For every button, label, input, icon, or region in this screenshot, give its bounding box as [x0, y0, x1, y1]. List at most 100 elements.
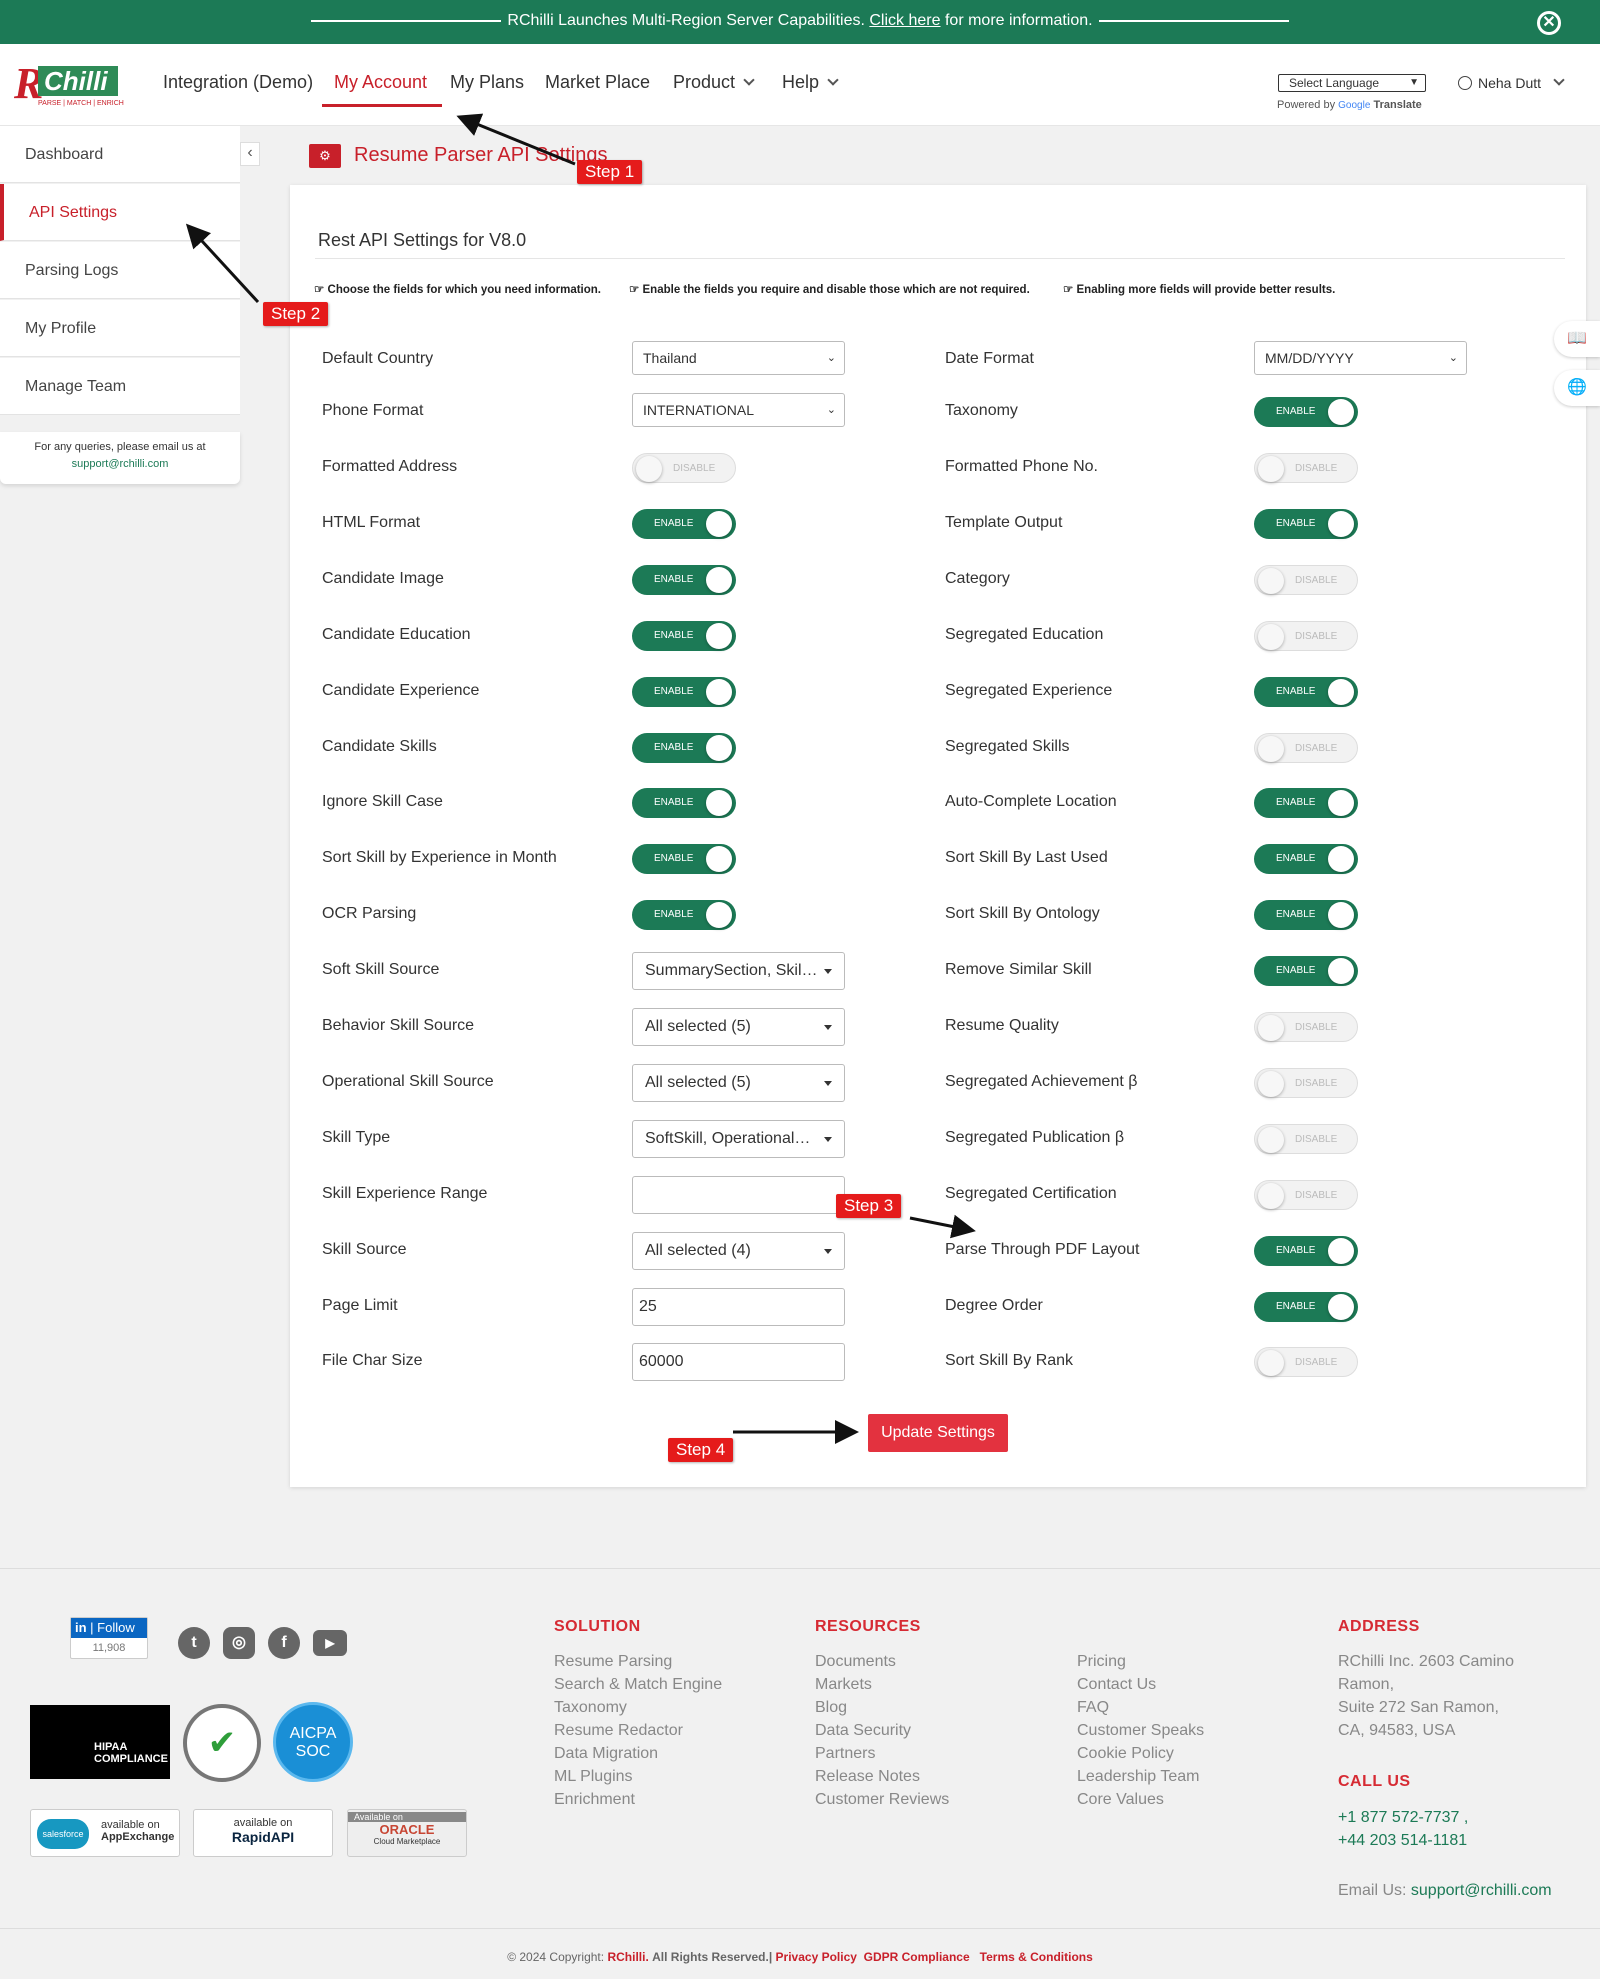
banner-link[interactable]: Click here — [869, 12, 940, 29]
footer-link[interactable]: Contact Us — [1077, 1676, 1156, 1694]
nav-my-plans[interactable]: My Plans — [450, 72, 524, 93]
setting-toggle[interactable]: DISABLE — [1254, 1068, 1358, 1098]
gdpr-link[interactable]: GDPR Compliance — [864, 1950, 970, 1964]
toggle-knob — [706, 679, 732, 705]
nav-product[interactable]: Product — [673, 72, 755, 93]
book-icon[interactable]: 📖 — [1554, 321, 1600, 357]
setting-input[interactable]: 60000 — [632, 1343, 845, 1381]
rchilli-logo[interactable]: R Chilli PARSE | MATCH | ENRICH — [14, 58, 124, 112]
nav-integration[interactable]: Integration (Demo) — [163, 72, 313, 93]
rapidapi-badge[interactable]: available on RapidAPI — [193, 1809, 333, 1857]
setting-toggle[interactable]: ENABLE — [632, 565, 736, 595]
footer-email-link[interactable]: support@rchilli.com — [1411, 1882, 1552, 1899]
footer-link[interactable]: ML Plugins — [554, 1768, 633, 1786]
multiselect-value: All selected (5) — [645, 1018, 751, 1035]
footer-link[interactable]: Cookie Policy — [1077, 1745, 1174, 1763]
oracle-badge[interactable]: Available on ORACLE Cloud Marketplace — [347, 1809, 467, 1857]
footer-link[interactable]: Blog — [815, 1699, 847, 1717]
youtube-icon[interactable]: ▶ — [313, 1630, 347, 1656]
setting-toggle[interactable]: ENABLE — [1254, 1236, 1358, 1266]
setting-toggle[interactable]: ENABLE — [632, 509, 736, 539]
setting-select[interactable]: INTERNATIONAL ⌄ — [632, 393, 845, 427]
setting-toggle[interactable]: ENABLE — [1254, 397, 1358, 427]
footer-link[interactable]: Data Security — [815, 1722, 911, 1740]
setting-toggle[interactable]: ENABLE — [1254, 956, 1358, 986]
setting-toggle[interactable]: ENABLE — [632, 733, 736, 763]
setting-toggle[interactable]: ENABLE — [632, 844, 736, 874]
setting-toggle[interactable]: ENABLE — [1254, 1292, 1358, 1322]
phone-uk[interactable]: +44 203 514-1181 — [1338, 1832, 1467, 1850]
footer-link[interactable]: Search & Match Engine — [554, 1676, 722, 1694]
setting-toggle[interactable]: ENABLE — [1254, 844, 1358, 874]
setting-toggle[interactable]: ENABLE — [632, 900, 736, 930]
appexchange-badge[interactable]: salesforce available on AppExchange — [30, 1809, 180, 1857]
privacy-policy-link[interactable]: Privacy Policy — [776, 1950, 857, 1964]
footer-link[interactable]: Customer Reviews — [815, 1791, 949, 1809]
footer-link[interactable]: Release Notes — [815, 1768, 920, 1786]
linkedin-follow-label: Follow — [97, 1620, 135, 1635]
nav-market-place[interactable]: Market Place — [545, 72, 650, 93]
sidebar-item-manage-team[interactable]: Manage Team — [0, 358, 240, 415]
language-select[interactable]: Select Language ▼ — [1278, 74, 1426, 92]
setting-multiselect[interactable]: All selected (5) — [632, 1008, 845, 1046]
toggle-knob — [1328, 902, 1354, 928]
linkedin-follow-button[interactable]: in | Follow 11,908 — [70, 1617, 148, 1659]
footer-link[interactable]: FAQ — [1077, 1699, 1109, 1717]
close-banner-icon[interactable]: ✕ — [1537, 11, 1561, 35]
footer-link[interactable]: Data Migration — [554, 1745, 658, 1763]
setting-toggle[interactable]: DISABLE — [632, 453, 736, 483]
setting-toggle[interactable]: ENABLE — [1254, 677, 1358, 707]
footer-link[interactable]: Core Values — [1077, 1791, 1164, 1809]
setting-toggle[interactable]: ENABLE — [1254, 509, 1358, 539]
setting-toggle[interactable]: DISABLE — [1254, 565, 1358, 595]
terms-link[interactable]: Terms & Conditions — [980, 1950, 1093, 1964]
setting-toggle[interactable]: DISABLE — [1254, 1347, 1358, 1377]
footer-link[interactable]: Enrichment — [554, 1791, 635, 1809]
footer-link[interactable]: Pricing — [1077, 1653, 1126, 1671]
setting-select[interactable]: Thailand ⌄ — [632, 341, 845, 375]
sidebar-item-dashboard[interactable]: Dashboard — [0, 126, 240, 183]
sidebar-item-api-settings[interactable]: API Settings — [0, 184, 240, 241]
setting-toggle[interactable]: DISABLE — [1254, 1180, 1358, 1210]
facebook-icon[interactable]: f — [268, 1627, 300, 1659]
setting-toggle[interactable]: DISABLE — [1254, 621, 1358, 651]
user-menu[interactable]: Neha Dutt — [1458, 74, 1565, 91]
setting-toggle[interactable]: ENABLE — [1254, 788, 1358, 818]
sidebar-collapse-icon[interactable]: ‹ — [240, 142, 260, 166]
setting-toggle[interactable]: DISABLE — [1254, 733, 1358, 763]
setting-input[interactable]: 25 — [632, 1288, 845, 1326]
footer-link[interactable]: Markets — [815, 1676, 872, 1694]
sidebar-item-my-profile[interactable]: My Profile — [0, 300, 240, 357]
footer-link[interactable]: Taxonomy — [554, 1699, 627, 1717]
setting-select[interactable]: MM/DD/YYYY ⌄ — [1254, 341, 1467, 375]
nav-my-account[interactable]: My Account — [334, 72, 427, 93]
setting-toggle[interactable]: DISABLE — [1254, 453, 1358, 483]
toggle-state-text: ENABLE — [1276, 518, 1316, 529]
instagram-icon[interactable]: ◎ — [223, 1627, 255, 1659]
footer-link[interactable]: Resume Redactor — [554, 1722, 683, 1740]
setting-toggle[interactable]: DISABLE — [1254, 1124, 1358, 1154]
globe-icon[interactable]: 🌐 — [1554, 370, 1600, 406]
twitter-icon[interactable]: t — [178, 1627, 210, 1659]
footer-link[interactable]: Leadership Team — [1077, 1768, 1199, 1786]
setting-multiselect[interactable]: All selected (5) — [632, 1064, 845, 1102]
setting-toggle[interactable]: ENABLE — [1254, 900, 1358, 930]
footer-link[interactable]: Partners — [815, 1745, 875, 1763]
setting-toggle[interactable]: ENABLE — [632, 621, 736, 651]
support-email-link[interactable]: support@rchilli.com — [0, 458, 240, 470]
setting-input[interactable] — [632, 1176, 845, 1214]
nav-help[interactable]: Help — [782, 72, 839, 93]
footer-link[interactable]: Resume Parsing — [554, 1653, 672, 1671]
setting-toggle[interactable]: DISABLE — [1254, 1012, 1358, 1042]
setting-label: Auto-Complete Location — [945, 793, 1117, 810]
footer-link[interactable]: Customer Speaks — [1077, 1722, 1204, 1740]
sidebar-item-parsing-logs[interactable]: Parsing Logs — [0, 242, 240, 299]
footer-link[interactable]: Documents — [815, 1653, 896, 1671]
setting-multiselect[interactable]: SummarySection, Skil… — [632, 952, 845, 990]
update-settings-button[interactable]: Update Settings — [868, 1414, 1008, 1452]
setting-multiselect[interactable]: All selected (4) — [632, 1232, 845, 1270]
phone-us[interactable]: +1 877 572-7737 , — [1338, 1809, 1468, 1827]
setting-toggle[interactable]: ENABLE — [632, 788, 736, 818]
setting-multiselect[interactable]: SoftSkill, Operational… — [632, 1120, 845, 1158]
setting-toggle[interactable]: ENABLE — [632, 677, 736, 707]
